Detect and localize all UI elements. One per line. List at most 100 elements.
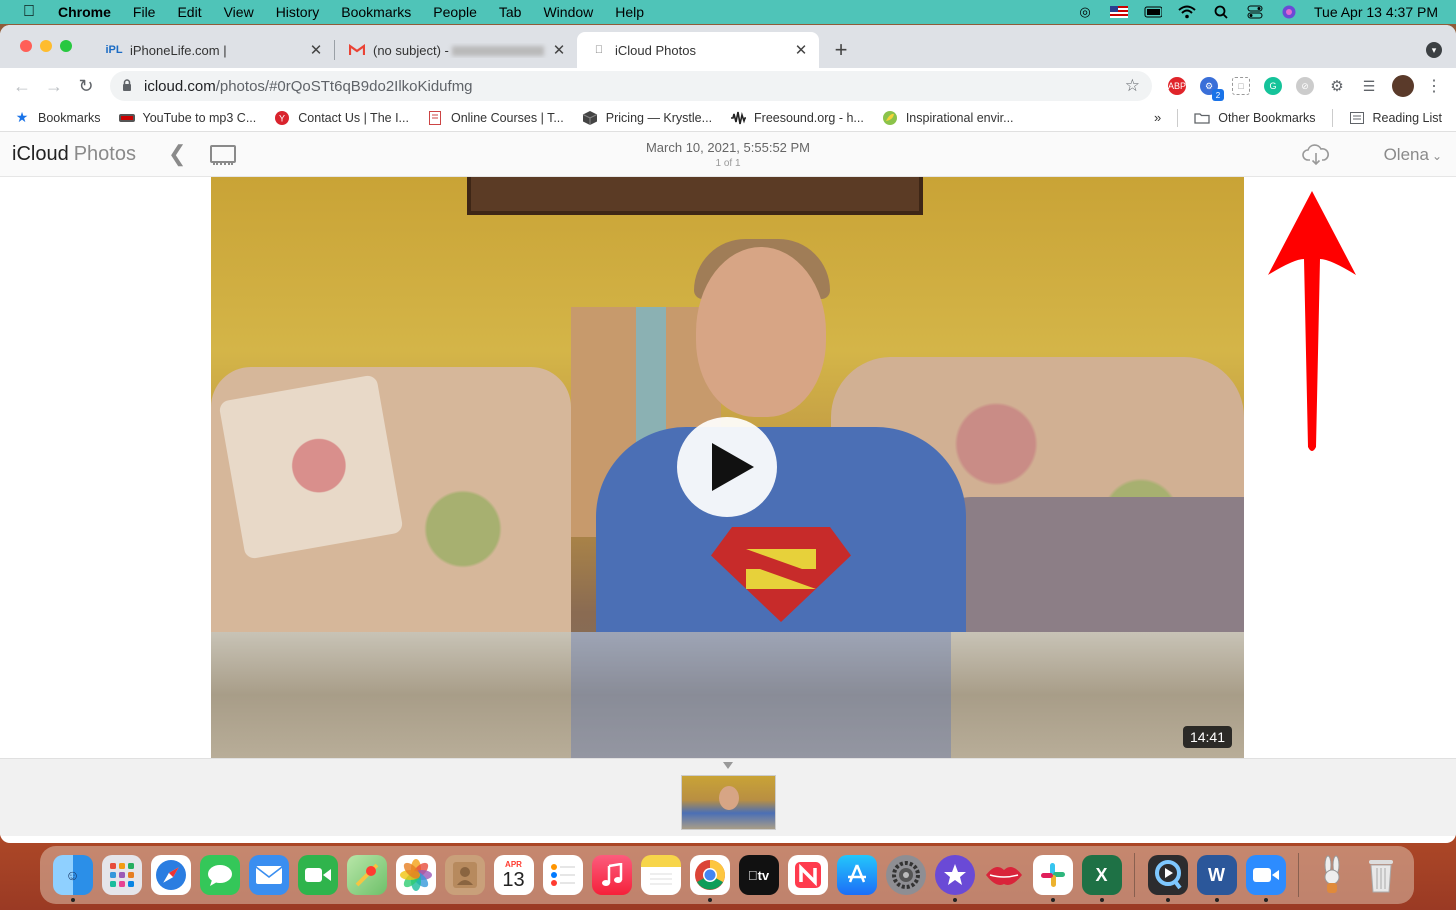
menu-chrome[interactable]: Chrome	[58, 4, 111, 20]
browser-toolbar: ← → ↻ icloud.com/photos/#0rQoSTt6qB9do2I…	[0, 68, 1456, 104]
icloud-photos-brand[interactable]: iCloud Photos	[12, 143, 136, 166]
imovie-icon[interactable]	[934, 855, 975, 902]
pillow	[218, 374, 404, 560]
menu-view[interactable]: View	[224, 4, 254, 20]
menu-edit[interactable]: Edit	[177, 4, 201, 20]
facetime-icon[interactable]	[297, 855, 338, 895]
appletv-icon[interactable]: tv	[738, 855, 779, 895]
new-tab-button[interactable]: +	[827, 36, 855, 64]
minimize-window-button[interactable]	[40, 40, 52, 52]
bookmark-pricing[interactable]: Pricing — Krystle...	[582, 110, 712, 125]
messages-icon[interactable]	[199, 855, 240, 895]
bookmark-contact-us[interactable]: Y Contact Us | The I...	[274, 110, 409, 125]
menu-window[interactable]: Window	[543, 4, 593, 20]
running-indicator	[1050, 898, 1055, 902]
tab-iphonelife[interactable]: iPL iPhoneLife.com | ✕	[92, 32, 334, 68]
menu-history[interactable]: History	[276, 4, 320, 20]
news-icon[interactable]	[787, 855, 828, 895]
excel-icon[interactable]: X	[1081, 855, 1122, 902]
mail-icon[interactable]	[248, 855, 289, 895]
battery-icon[interactable]	[1144, 5, 1162, 19]
rabbit-app-icon[interactable]	[1312, 855, 1352, 895]
address-bar[interactable]: icloud.com/photos/#0rQoSTt6qB9do2IlkoKid…	[110, 71, 1152, 101]
table-reflection	[571, 632, 951, 758]
contacts-icon[interactable]	[444, 855, 485, 895]
close-tab-icon[interactable]: ✕	[793, 41, 809, 59]
close-tab-icon[interactable]: ✕	[551, 41, 567, 59]
disabled-extension-icon[interactable]: ⊘	[1296, 77, 1314, 95]
kiss-app-icon[interactable]	[984, 855, 1024, 895]
maps-icon[interactable]	[346, 855, 387, 895]
tab-strip: iPL iPhoneLife.com | ✕ (no subject) - ✕ …	[0, 25, 1456, 68]
close-window-button[interactable]	[20, 40, 32, 52]
menubar-clock[interactable]: Tue Apr 13 4:37 PM	[1314, 4, 1438, 20]
bookmark-inspirational[interactable]: Inspirational envir...	[882, 110, 1014, 125]
finder-icon[interactable]: ☺	[52, 855, 93, 902]
reload-icon[interactable]: ↻	[70, 76, 102, 97]
show-thumbnails-icon[interactable]	[210, 145, 237, 165]
tab-search-icon[interactable]: ▾	[1426, 42, 1442, 58]
photos-icon[interactable]	[395, 855, 436, 895]
notes-icon[interactable]	[640, 855, 681, 895]
siri-icon[interactable]	[1280, 5, 1298, 19]
zoom-icon[interactable]	[1245, 855, 1286, 902]
reminders-icon[interactable]	[542, 855, 583, 895]
bookmark-freesound[interactable]: Freesound.org - h...	[730, 111, 864, 125]
other-bookmarks[interactable]: Other Bookmarks	[1194, 111, 1316, 125]
menu-people[interactable]: People	[433, 4, 477, 20]
bookmark-star-icon[interactable]: ☆	[1125, 76, 1140, 96]
play-button[interactable]	[677, 417, 777, 517]
extension-badge: 2	[1212, 89, 1224, 101]
close-tab-icon[interactable]: ✕	[308, 41, 324, 59]
running-indicator	[70, 898, 75, 902]
adblock-icon[interactable]: ABP	[1168, 77, 1186, 95]
calendar-icon[interactable]: APR 13	[493, 855, 534, 895]
puzzle-extensions-icon[interactable]: ⚙	[1328, 77, 1346, 95]
forward-icon[interactable]: →	[38, 76, 70, 97]
trash-icon[interactable]	[1361, 855, 1401, 895]
safari-icon[interactable]	[150, 855, 191, 895]
back-icon[interactable]: ←	[6, 76, 38, 97]
appstore-icon[interactable]	[836, 855, 877, 895]
control-center-icon[interactable]	[1246, 5, 1264, 19]
menu-help[interactable]: Help	[615, 4, 644, 20]
lock-icon[interactable]	[122, 78, 132, 94]
focus-icon[interactable]: ◎	[1076, 4, 1094, 19]
slack-icon[interactable]	[1032, 855, 1073, 902]
grammarly-icon[interactable]: G	[1264, 77, 1282, 95]
bookmark-bookmarks[interactable]: ★ Bookmarks	[14, 109, 101, 125]
tab-gmail[interactable]: (no subject) - ✕	[335, 32, 577, 68]
media-control-icon[interactable]: ☰	[1360, 77, 1378, 95]
chrome-menu-icon[interactable]: ⋮	[1426, 77, 1442, 95]
bookmarks-overflow-button[interactable]: »	[1154, 110, 1161, 125]
reading-list[interactable]: Reading List	[1349, 111, 1442, 125]
video-duration: 14:41	[1182, 726, 1232, 748]
avatar[interactable]	[1392, 75, 1414, 97]
apple-menu-icon[interactable]: 	[14, 3, 44, 21]
system-preferences-icon[interactable]	[885, 855, 926, 895]
apple-favicon-icon: 	[591, 42, 607, 58]
chrome-icon[interactable]	[689, 855, 730, 902]
quicktime-icon[interactable]	[1147, 855, 1188, 902]
menu-tab[interactable]: Tab	[499, 4, 522, 20]
video-player[interactable]: 14:41	[211, 177, 1244, 758]
user-menu[interactable]: Olena ⌄	[1384, 145, 1442, 165]
menu-file[interactable]: File	[133, 4, 156, 20]
back-chevron-icon[interactable]: ❮	[168, 141, 186, 167]
zoom-window-button[interactable]	[60, 40, 72, 52]
spotlight-icon[interactable]	[1212, 5, 1230, 19]
launchpad-icon[interactable]	[101, 855, 142, 895]
bookmark-youtube-mp3[interactable]: YouTube to mp3 C...	[118, 111, 256, 125]
music-icon[interactable]	[591, 855, 632, 895]
extension-icon[interactable]: ⚙ 2	[1200, 77, 1224, 101]
flag-icon[interactable]	[1110, 5, 1128, 19]
screenshot-extension-icon[interactable]: □	[1232, 77, 1250, 95]
word-icon[interactable]: W	[1196, 855, 1237, 902]
menubar-status-area: ◎ Tue Apr 13 4:37 PM	[1076, 4, 1438, 20]
menu-bookmarks[interactable]: Bookmarks	[341, 4, 411, 20]
tab-icloud-photos[interactable]:  iCloud Photos ✕	[577, 32, 819, 68]
bookmark-online-courses[interactable]: Online Courses | T...	[427, 110, 564, 125]
filmstrip-thumbnail[interactable]	[681, 775, 776, 830]
wifi-icon[interactable]	[1178, 5, 1196, 19]
download-cloud-icon[interactable]	[1302, 144, 1330, 166]
